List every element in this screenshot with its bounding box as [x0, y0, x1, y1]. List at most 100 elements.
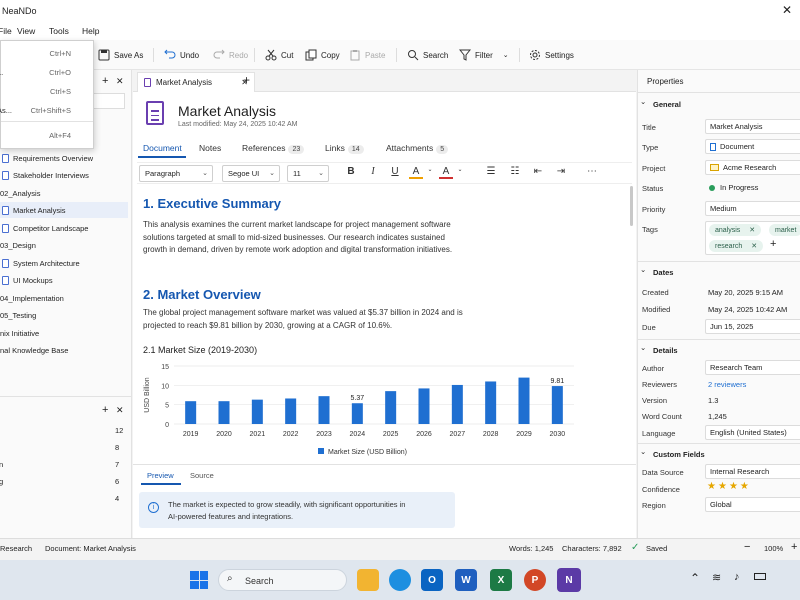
close-window-icon[interactable]: ✕ [782, 3, 792, 17]
start-menu-icon[interactable] [190, 571, 208, 589]
language-select[interactable]: English (United States) [705, 425, 800, 440]
star-icon[interactable]: ★ [707, 481, 716, 492]
tree-item[interactable]: 05_Testing [0, 307, 126, 323]
tree-item[interactable]: nal Knowledge Base [0, 342, 126, 358]
status-select[interactable]: In Progress [705, 180, 800, 195]
numbered-list-icon[interactable]: ☷ [508, 166, 522, 177]
tab-links[interactable]: Links 14 [325, 143, 364, 154]
add-icon[interactable]: + [102, 75, 108, 87]
confidence-rating[interactable]: ★ ★ ★ ★ [707, 481, 751, 492]
search-button[interactable]: Search [407, 47, 448, 63]
star-icon[interactable]: ★ [718, 481, 727, 492]
file-menu-item[interactable]: Alt+F4 [1, 126, 93, 144]
add-tag-icon[interactable]: + [770, 238, 776, 250]
tab-document[interactable]: Document [143, 143, 182, 153]
undo-button[interactable]: Undo [164, 47, 199, 63]
chevron-down-icon[interactable]: ⌄ [423, 166, 437, 173]
chevron-down-icon[interactable]: ⌄ [453, 166, 467, 173]
tag-chip[interactable]: analysis ✕ [709, 224, 762, 236]
tab-notes[interactable]: Notes [199, 143, 221, 153]
tag-list-label[interactable]: n [0, 460, 3, 469]
chevron-down-icon[interactable]: ⌄ [503, 51, 509, 59]
more-options-icon[interactable]: ⋯ [585, 166, 599, 177]
tab-attachments[interactable]: Attachments 5 [386, 143, 449, 154]
tag-list-label[interactable]: g [0, 477, 3, 486]
close-tags-icon[interactable]: ✕ [116, 405, 124, 416]
font-size-select[interactable]: 11 ⌄ [287, 165, 329, 182]
tree-item[interactable]: Requirements Overview [0, 150, 128, 166]
neando-app-icon[interactable]: N [557, 568, 581, 592]
bold-icon[interactable]: B [344, 166, 358, 177]
highlight-color-icon[interactable]: A [409, 166, 423, 179]
copy-button[interactable]: Copy [305, 47, 340, 63]
due-date-field[interactable]: Jun 15, 2025 [705, 319, 800, 334]
file-menu-item[interactable]: ... Ctrl+O [0, 63, 93, 81]
title-field[interactable]: Market Analysis [705, 119, 800, 134]
file-explorer-icon[interactable] [357, 569, 379, 591]
star-icon[interactable]: ★ [740, 481, 749, 492]
font-color-icon[interactable]: A [439, 166, 453, 179]
priority-select[interactable]: Medium [705, 201, 800, 216]
tree-item[interactable]: 04_Implementation [0, 290, 126, 306]
remove-tag-icon[interactable]: ✕ [749, 226, 755, 234]
close-icon[interactable]: ✕ [116, 76, 124, 87]
reviewers-link[interactable]: 2 reviewers [708, 380, 746, 389]
volume-icon[interactable]: ♪ [734, 571, 740, 583]
tree-item[interactable]: System Architecture [0, 255, 128, 271]
tree-item[interactable]: UI Mockups [0, 272, 128, 288]
author-field[interactable]: Research Team [705, 360, 800, 375]
section-custom-fields[interactable]: Custom Fields [640, 447, 705, 459]
tag-chip[interactable]: market [769, 224, 800, 236]
tree-item[interactable]: Market Analysis [0, 202, 128, 218]
wifi-icon[interactable]: ≋ [712, 571, 721, 584]
region-field[interactable]: Global [705, 497, 800, 512]
battery-icon[interactable] [754, 573, 766, 580]
tag-chip[interactable]: research ✕ [709, 240, 764, 252]
tree-item[interactable]: Competitor Landscape [0, 220, 128, 236]
underline-icon[interactable]: U [388, 166, 402, 177]
tree-item[interactable]: 03_Design [0, 237, 126, 253]
tab-preview[interactable]: Preview [147, 471, 174, 480]
tab-source[interactable]: Source [190, 471, 214, 480]
outlook-icon[interactable]: O [421, 569, 443, 591]
bullet-list-icon[interactable]: ☰ [484, 166, 498, 177]
menu-help[interactable]: Help [82, 26, 99, 36]
zoom-in-icon[interactable]: + [791, 541, 797, 553]
add-tag-icon[interactable]: + [102, 404, 108, 416]
file-menu-item[interactable]: Ctrl+S [1, 82, 93, 100]
paste-button[interactable]: Paste [349, 47, 385, 63]
settings-button[interactable]: Settings [529, 47, 574, 63]
menu-tools[interactable]: Tools [49, 26, 69, 36]
redo-button[interactable]: Redo [213, 47, 248, 63]
tree-item[interactable]: Stakeholder Interviews [0, 167, 128, 183]
menu-file[interactable]: File [0, 26, 12, 36]
project-select[interactable]: Acme Research [705, 160, 800, 175]
save-as-button[interactable]: Save As [98, 47, 143, 63]
type-select[interactable]: Document [705, 139, 800, 154]
editor-scrollbar[interactable] [630, 186, 633, 226]
italic-icon[interactable]: I [366, 166, 380, 177]
star-icon[interactable]: ★ [729, 481, 738, 492]
edge-browser-icon[interactable] [389, 569, 411, 591]
indent-icon[interactable]: ⇥ [554, 166, 568, 177]
section-details[interactable]: Details [640, 343, 678, 355]
outdent-icon[interactable]: ⇤ [531, 166, 545, 177]
chevron-up-icon[interactable]: ⌃ [690, 571, 700, 585]
paragraph-style-select[interactable]: Paragraph ⌄ [139, 165, 213, 182]
section-dates[interactable]: Dates [640, 265, 673, 277]
excel-icon[interactable]: X [490, 569, 512, 591]
file-menu-item[interactable]: Ctrl+N [1, 44, 93, 62]
new-tab-icon[interactable]: + [243, 73, 250, 87]
remove-tag-icon[interactable]: ✕ [751, 242, 757, 250]
cut-button[interactable]: Cut [265, 47, 293, 63]
menu-view[interactable]: View [17, 26, 35, 36]
tab-references[interactable]: References 23 [242, 143, 305, 154]
tree-item[interactable]: 02_Analysis [0, 185, 126, 201]
file-menu-item[interactable]: As... Ctrl+Shift+S [0, 101, 93, 119]
word-icon[interactable]: W [455, 569, 477, 591]
filter-button[interactable]: Filter ⌄ [459, 47, 509, 63]
data-source-field[interactable]: Internal Research [705, 464, 800, 479]
tree-item[interactable]: nix Initiative [0, 325, 126, 341]
section-general[interactable]: General [640, 97, 681, 109]
font-family-select[interactable]: Segoe UI ⌄ [222, 165, 280, 182]
